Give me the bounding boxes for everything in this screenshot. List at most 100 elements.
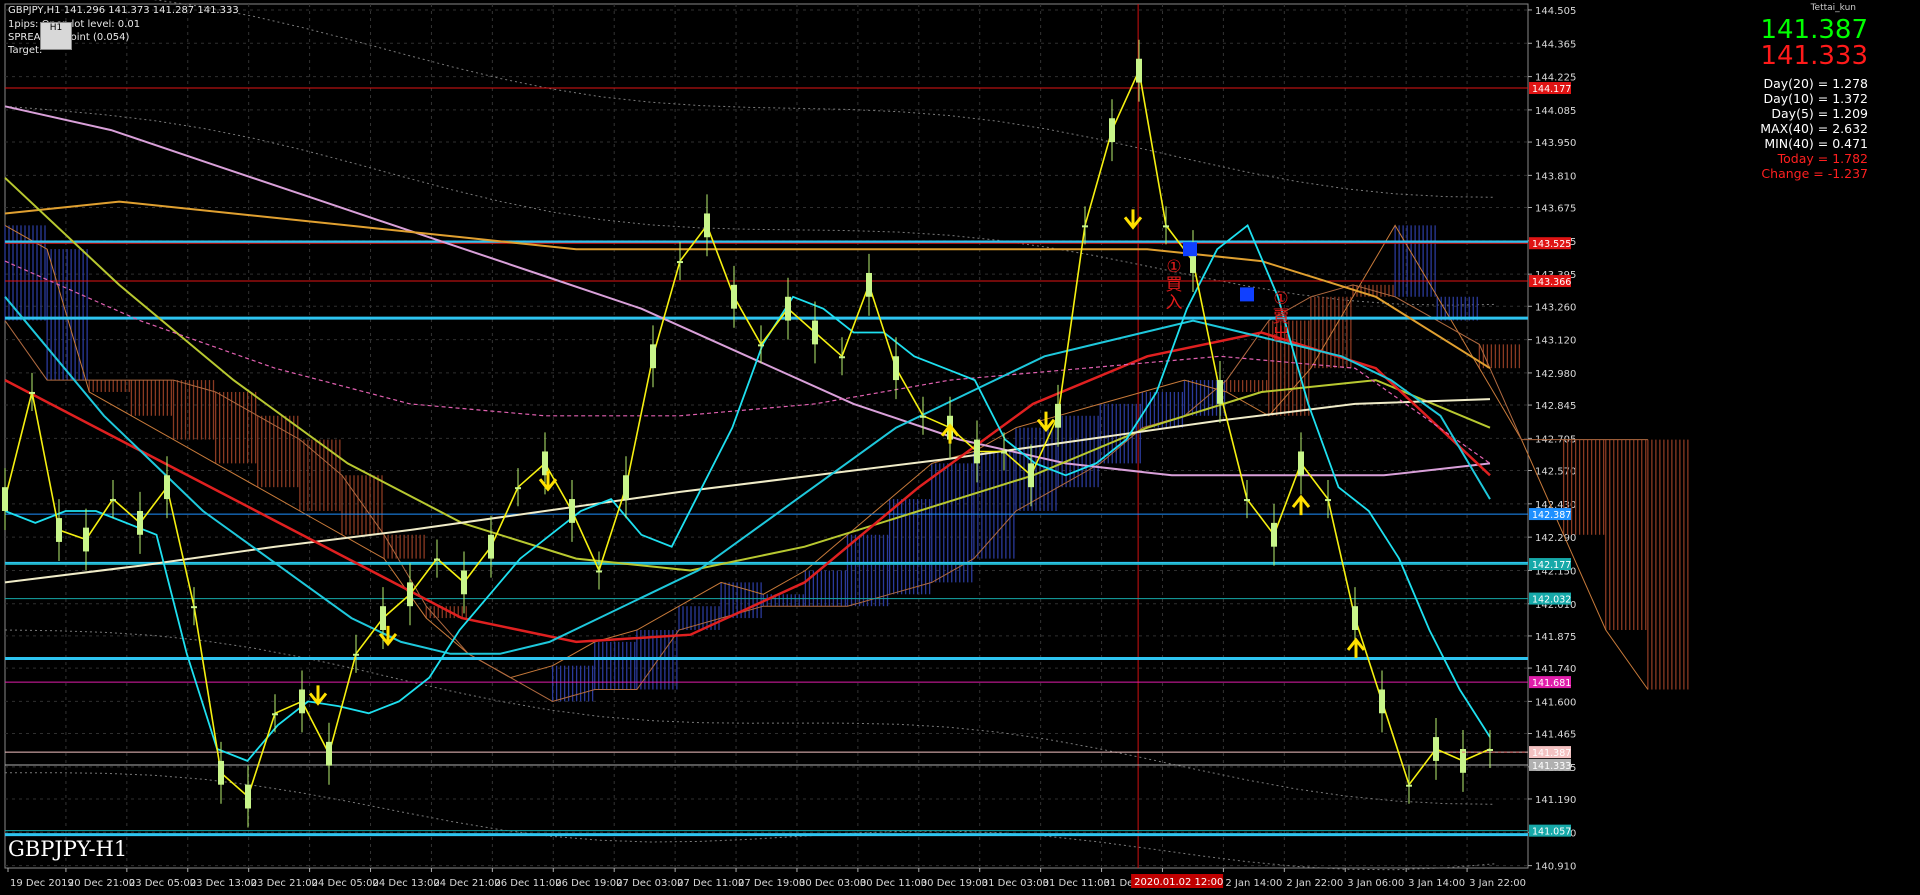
y-tick-label: 143.120 [1535, 336, 1576, 347]
y-tick-label: 144.085 [1535, 106, 1576, 117]
sell-annotation: ①賣出 [1272, 289, 1290, 345]
stat-today: Today = 1.782 [1777, 151, 1868, 166]
y-tick-label: 142.980 [1535, 369, 1576, 380]
x-tick-label: 3 Jan 22:00 [1469, 878, 1526, 889]
x-tick-label: 24 Dec 21:00 [433, 878, 500, 889]
candle-body [488, 534, 494, 559]
candle-body [1217, 380, 1223, 404]
y-tick-label: 144.365 [1535, 39, 1576, 50]
x-tick-label: 26 Dec 19:00 [555, 878, 622, 889]
timeframe-badge-label: H1 [49, 23, 63, 33]
y-tick-label: 144.505 [1535, 6, 1576, 17]
candle-body [380, 606, 386, 630]
x-tick-label: 3 Jan 14:00 [1408, 878, 1465, 889]
price-level-label: 141.681 [1532, 678, 1571, 689]
y-tick-label: 141.190 [1535, 795, 1576, 806]
x-tick-label: 31 Dec 11:00 [1043, 878, 1110, 889]
author-label: Tettai_kun [1810, 3, 1856, 13]
candle-body [596, 570, 602, 573]
stat-day20: Day(20) = 1.278 [1763, 76, 1868, 91]
candle-body [569, 499, 575, 523]
stat-change: Change = -1.237 [1761, 166, 1868, 181]
candle-body [272, 713, 278, 716]
candle-body [677, 261, 683, 264]
header-ohlc: GBPJPY,H1 141.296 141.373 141.287 141.33… [8, 5, 239, 16]
candle-body [1271, 522, 1277, 547]
candle-body [164, 475, 170, 500]
candle-body [920, 415, 926, 418]
timeframe-badge[interactable]: H1 [40, 22, 72, 50]
candle-body [704, 213, 710, 238]
x-tick-label: 3 Jan 06:00 [1347, 878, 1404, 889]
candle-body [1433, 737, 1439, 761]
candle-body [245, 784, 251, 809]
x-tick-label: 30 Dec 19:00 [921, 878, 988, 889]
x-tick-label: 20 Dec 21:00 [68, 878, 135, 889]
candle-body [893, 356, 899, 381]
x-tick-label: 24 Dec 13:00 [373, 878, 440, 889]
price-level-label: 144.177 [1532, 84, 1571, 95]
plot-frame [4, 3, 1529, 869]
candle-body [1352, 606, 1358, 630]
candle-body [1406, 784, 1412, 787]
candle-body [1055, 403, 1061, 428]
candle-body [623, 475, 629, 500]
x-tick-label: 23 Dec 05:00 [129, 878, 196, 889]
price-level-label: 141.387 [1532, 748, 1571, 759]
candle-body [218, 760, 224, 785]
x-tick-label: 27 Dec 19:00 [738, 878, 805, 889]
x-tick-label: 19 Dec 2019 [10, 878, 74, 889]
x-tick-label: 27 Dec 03:00 [616, 878, 683, 889]
x-tick-label: 26 Dec 11:00 [494, 878, 561, 889]
x-tick-label: 30 Dec 03:00 [799, 878, 866, 889]
y-tick-label: 142.290 [1535, 533, 1576, 544]
candle-body [326, 741, 332, 766]
stat-day5: Day(5) = 1.209 [1771, 106, 1868, 121]
y-tick-label: 141.465 [1535, 730, 1576, 741]
candle-body [1298, 451, 1304, 476]
y-tick-label: 144.225 [1535, 73, 1576, 84]
candle-body [83, 527, 89, 552]
candle-body [866, 272, 872, 297]
x-tick-label: 23 Dec 21:00 [251, 878, 318, 889]
candle-body [137, 510, 143, 535]
y-tick-label: 143.675 [1535, 204, 1576, 215]
ask-price: 141.333 [1760, 41, 1868, 71]
candle-body [974, 439, 980, 464]
candle-body [1001, 451, 1007, 454]
y-tick-label: 143.950 [1535, 138, 1576, 149]
x-tick-label: 27 Dec 11:00 [677, 878, 744, 889]
stat-min40: MIN(40) = 0.471 [1764, 136, 1868, 151]
y-tick-label: 141.875 [1535, 632, 1576, 643]
x-tick-label: 2 Jan 14:00 [1225, 878, 1282, 889]
price-level-label: 142.387 [1532, 510, 1571, 521]
candle-body [434, 558, 440, 561]
x-tick-label: 31 Dec 03:00 [982, 878, 1049, 889]
header-lot-level: 1pips: Open lot level: 0.01 [8, 19, 141, 30]
candle-body [56, 518, 62, 542]
bid-price: 141.387 [1760, 15, 1868, 45]
y-tick-label: 143.810 [1535, 171, 1576, 182]
stat-max40: MAX(40) = 2.632 [1760, 121, 1868, 136]
candle-body [1109, 118, 1115, 143]
candle-body [1379, 689, 1385, 714]
candle-body [461, 570, 467, 595]
candle-body [785, 296, 791, 321]
price-level-label: 142.032 [1532, 595, 1571, 606]
x-tick-label: 30 Dec 11:00 [860, 878, 927, 889]
candle-body [191, 606, 197, 609]
x-tick-label: 23 Dec 13:00 [190, 878, 257, 889]
price-level-label: 141.057 [1532, 827, 1571, 838]
candle-body [353, 653, 359, 656]
price-level-label: 141.333 [1532, 761, 1571, 772]
highlighted-x-tick-label: 2020.01.02 12:00 [1134, 877, 1223, 888]
candle-body [299, 689, 305, 714]
price-chart[interactable]: 19 Dec 201920 Dec 21:0023 Dec 05:0023 De… [0, 0, 1920, 891]
y-tick-label: 142.570 [1535, 467, 1576, 478]
candle-body [1136, 58, 1142, 83]
symbol-label: GBPJPY-H1 [8, 837, 128, 861]
candle-body [2, 487, 8, 511]
price-level-label: 143.525 [1532, 239, 1571, 250]
candle-body [407, 582, 413, 607]
chart-area[interactable]: 19 Dec 2019 20 Dec 21:00 23 Dec 05:00 23 De… [0, 0, 1920, 891]
